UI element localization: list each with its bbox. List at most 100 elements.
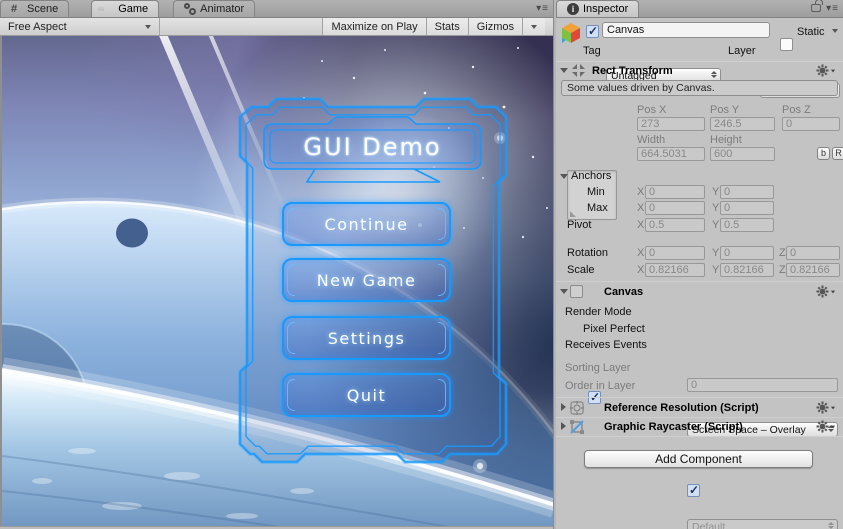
toolbar-right-group: Maximize on Play Stats Gizmos	[322, 18, 545, 35]
graphic-raycaster-title: Graphic Raycaster (Script)	[604, 421, 743, 433]
tab-scene-label: Scene	[27, 3, 58, 15]
scale-y-field[interactable]: 0.82166	[720, 263, 774, 277]
inspector-menu-icon[interactable]: ▾≡	[826, 3, 839, 14]
rect-transform-title: Rect Transform	[592, 65, 673, 77]
gameobject-cube-icon[interactable]	[559, 21, 583, 48]
receives-events-checkbox[interactable]	[687, 484, 700, 497]
animator-icon	[184, 3, 196, 15]
width-label: Width	[637, 134, 665, 146]
rotation-y-field[interactable]: 0	[720, 246, 774, 260]
rect-transform-foldout[interactable]	[560, 68, 568, 73]
raw-mode-button[interactable]: R	[832, 147, 843, 160]
gizmos-dropdown[interactable]	[522, 18, 545, 35]
width-field[interactable]: 664.5031	[637, 147, 705, 161]
rect-transform-icon	[571, 63, 586, 81]
static-checkbox[interactable]	[780, 38, 793, 51]
pos-x-field[interactable]: 273	[637, 117, 705, 131]
game-menu-title: GUI Demo	[264, 125, 481, 169]
x-axis-label: X	[637, 219, 644, 231]
maximize-on-play-button[interactable]: Maximize on Play	[322, 18, 425, 35]
game-view: GUI Demo Continue New Game Settings Quit	[0, 36, 553, 526]
blueprint-mode-button[interactable]: b	[817, 147, 830, 160]
y-axis-label: Y	[712, 186, 719, 198]
canvas-component-icon	[570, 285, 583, 298]
aspect-dropdown[interactable]: Free Aspect	[0, 18, 160, 35]
anchors-max-x-field[interactable]: 0	[645, 201, 705, 215]
layer-label: Layer	[728, 45, 756, 57]
tab-scene[interactable]: # Scene	[0, 0, 69, 17]
continue-button[interactable]: Continue	[282, 202, 451, 246]
tab-game[interactable]: Game	[91, 0, 159, 17]
y-axis-label: Y	[712, 202, 719, 214]
scale-x-field[interactable]: 0.82166	[645, 263, 705, 277]
game-pacman-icon	[102, 3, 114, 15]
anchors-min-label: Min	[587, 186, 605, 198]
graphic-raycaster-foldout[interactable]	[561, 422, 566, 430]
canvas-gear-icon[interactable]	[816, 285, 836, 298]
tab-inspector[interactable]: i Inspector	[556, 0, 639, 17]
order-in-layer-label: Order in Layer	[565, 380, 635, 392]
aspect-dropdown-value: Free Aspect	[8, 21, 67, 33]
reference-resolution-icon	[570, 401, 584, 418]
x-axis-label: X	[637, 186, 644, 198]
info-icon: i	[567, 3, 579, 15]
canvas-foldout[interactable]	[560, 289, 568, 294]
height-field[interactable]: 600	[710, 147, 775, 161]
stats-button[interactable]: Stats	[426, 18, 468, 35]
y-axis-label: Y	[712, 219, 719, 231]
rect-transform-gear-icon[interactable]	[816, 64, 836, 77]
static-dropdown-icon[interactable]	[832, 29, 838, 33]
anchors-foldout[interactable]	[560, 174, 568, 179]
pos-z-label: Pos Z	[782, 104, 811, 116]
anchors-max-y-field[interactable]: 0	[720, 201, 774, 215]
sorting-layer-dropdown[interactable]: Default	[687, 519, 838, 529]
pivot-x-field[interactable]: 0.5	[645, 218, 705, 232]
pivot-label: Pivot	[567, 219, 591, 231]
tab-animator-label: Animator	[200, 3, 244, 15]
rotation-x-field[interactable]: 0	[645, 246, 705, 260]
quit-button[interactable]: Quit	[282, 373, 451, 417]
updown-arrow-icon	[828, 522, 834, 529]
anchors-min-y-field[interactable]: 0	[720, 185, 774, 199]
settings-button[interactable]: Settings	[282, 316, 451, 360]
graphic-raycaster-gear-icon[interactable]	[816, 420, 836, 433]
canvas-component-title: Canvas	[604, 286, 643, 298]
order-in-layer-field[interactable]: 0	[687, 378, 838, 392]
space-background	[2, 36, 553, 526]
inspector-tabbar: i Inspector ▾≡	[556, 0, 843, 18]
active-checkbox[interactable]	[586, 25, 599, 38]
reference-resolution-gear-icon[interactable]	[816, 401, 836, 414]
tab-game-label: Game	[118, 3, 148, 15]
pos-y-field[interactable]: 246.5	[710, 117, 775, 131]
pos-z-field[interactable]: 0	[782, 117, 840, 131]
lock-icon[interactable]	[811, 4, 821, 15]
new-game-button[interactable]: New Game	[282, 258, 451, 302]
scale-label: Scale	[567, 264, 595, 276]
static-label: Static	[797, 26, 825, 38]
add-component-button[interactable]: Add Component	[584, 450, 813, 468]
tag-label: Tag	[583, 45, 601, 57]
name-field[interactable]	[602, 22, 770, 38]
pos-x-label: Pos X	[637, 104, 666, 116]
inspector-panel: i Inspector ▾≡ Static Tag Untagged Layer	[556, 0, 843, 529]
tab-inspector-label: Inspector	[583, 3, 628, 15]
driven-values-helpbox: Some values driven by Canvas.	[561, 80, 838, 96]
tab-animator[interactable]: Animator	[173, 0, 255, 17]
anchors-label: Anchors	[571, 170, 611, 182]
y-axis-label: Y	[712, 264, 719, 276]
graphic-raycaster-icon	[570, 420, 584, 437]
render-mode-label: Render Mode	[565, 306, 632, 318]
reference-resolution-foldout[interactable]	[561, 403, 566, 411]
x-axis-label: X	[637, 264, 644, 276]
pane-menu-icon[interactable]: ▾≡	[536, 3, 549, 14]
scale-z-field[interactable]: 0.82166	[786, 263, 840, 277]
height-label: Height	[710, 134, 742, 146]
rotation-z-field[interactable]: 0	[786, 246, 840, 260]
anchors-min-x-field[interactable]: 0	[645, 185, 705, 199]
gizmos-button[interactable]: Gizmos	[468, 18, 522, 35]
sorting-layer-label: Sorting Layer	[565, 362, 630, 374]
pivot-y-field[interactable]: 0.5	[720, 218, 774, 232]
z-axis-label: Z	[779, 247, 786, 259]
chevron-down-icon	[145, 25, 151, 29]
receives-events-label: Receives Events	[565, 339, 647, 351]
